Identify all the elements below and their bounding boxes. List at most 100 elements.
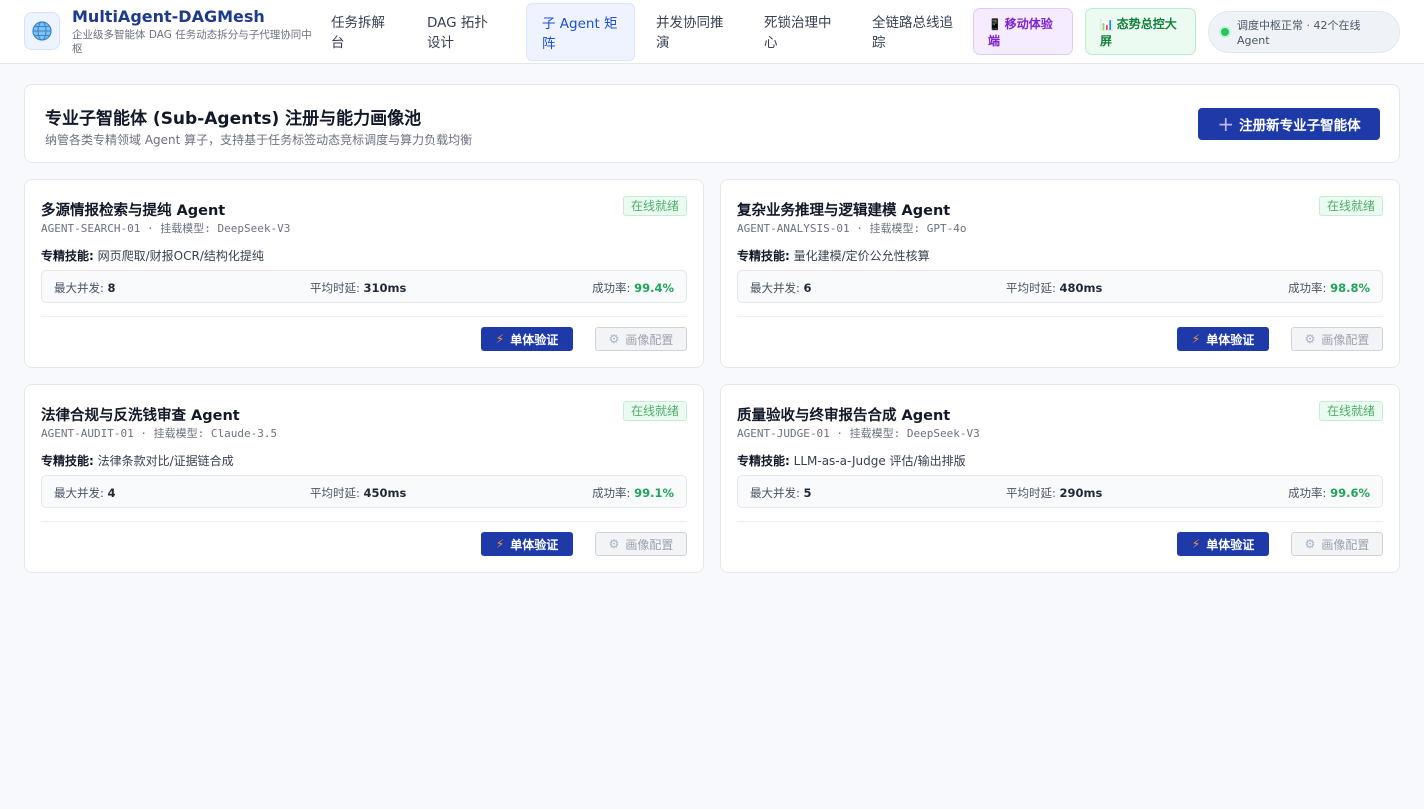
- gear-icon: ⚙: [1304, 537, 1316, 551]
- agent-model: DeepSeek-V3: [906, 427, 980, 440]
- agent-meta: AGENT-AUDIT-01 · 挂载模型: Claude-3.5: [41, 425, 277, 441]
- avg-latency-value: 480ms: [1059, 281, 1103, 295]
- status-badge: 在线就绪: [1318, 401, 1383, 421]
- max-concurrency-value: 6: [803, 281, 812, 295]
- max-concurrency-label: 最大并发:: [54, 486, 104, 500]
- success-rate-label: 成功率:: [592, 486, 631, 500]
- avg-latency-label: 平均时延:: [310, 281, 360, 295]
- avg-latency-value: 310ms: [363, 281, 407, 295]
- situation-screen-button[interactable]: 📊 态势总控大屏: [1085, 8, 1196, 55]
- model-label: 挂载模型:: [849, 427, 901, 440]
- lightning-icon: ⚡: [495, 332, 505, 346]
- nav-dag-topology[interactable]: DAG 拓扑设计: [421, 3, 507, 61]
- mobile-experience-button[interactable]: 📱 移动体验端: [973, 8, 1073, 55]
- meta-separator: ·: [836, 427, 850, 440]
- top-navbar: MultiAgent-DAGMesh 企业级多智能体 DAG 任务动态拆分与子代…: [0, 0, 1424, 64]
- meta-separator: ·: [140, 427, 154, 440]
- card-divider: [737, 521, 1383, 522]
- skills-value: 法律条款对比/证据链合成: [97, 454, 234, 468]
- max-concurrency-label: 最大并发:: [54, 281, 104, 295]
- success-rate-value: 99.6%: [1330, 486, 1370, 500]
- max-concurrency-metric: 最大并发: 5: [750, 485, 812, 501]
- config-button-label: 画像配置: [1321, 537, 1370, 552]
- success-rate-value: 99.4%: [634, 281, 674, 295]
- success-rate-value: 98.8%: [1330, 281, 1370, 295]
- success-rate-label: 成功率:: [1288, 486, 1327, 500]
- nav-bus-tracing[interactable]: 全链路总线追踪: [866, 3, 962, 61]
- brand-title: MultiAgent-DAGMesh: [72, 7, 265, 26]
- avg-latency-metric: 平均时延: 450ms: [310, 485, 406, 501]
- agent-skills: 专精技能: 网页爬取/财报OCR/结构化提纯: [41, 247, 264, 264]
- skills-value: 网页爬取/财报OCR/结构化提纯: [97, 249, 264, 263]
- nav-deadlock-governance[interactable]: 死锁治理中心: [758, 3, 850, 61]
- page-heading-card: 专业子智能体 (Sub-Agents) 注册与能力画像池 纳管各类专精领域 Ag…: [24, 84, 1400, 163]
- agent-model: Claude-3.5: [210, 427, 278, 440]
- agent-meta: AGENT-ANALYSIS-01 · 挂载模型: GPT-4o: [737, 220, 966, 236]
- page-title: 专业子智能体 (Sub-Agents) 注册与能力画像池: [45, 109, 422, 129]
- agent-name: 法律合规与反洗钱审查 Agent: [41, 408, 240, 424]
- scheduler-status-text: 调度中枢正常 · 42个在线Agent: [1237, 19, 1361, 47]
- avg-latency-label: 平均时延:: [1006, 486, 1056, 500]
- max-concurrency-metric: 最大并发: 6: [750, 280, 812, 296]
- profile-config-button[interactable]: ⚙ 画像配置: [1291, 532, 1383, 556]
- agent-skills: 专精技能: 法律条款对比/证据链合成: [41, 452, 234, 469]
- agent-skills: 专精技能: LLM-as-a-Judge 评估/输出排版: [737, 452, 966, 469]
- bar-chart-icon: 📊: [1100, 18, 1114, 31]
- register-agent-label: 注册新专业子智能体: [1239, 118, 1361, 134]
- metrics-bar: 最大并发: 8 平均时延: 310ms 成功率: 99.4%: [41, 270, 687, 303]
- lightning-icon: ⚡: [1191, 537, 1201, 551]
- agent-name: 多源情报检索与提纯 Agent: [41, 203, 226, 219]
- card-divider: [41, 316, 687, 317]
- nav-task-decomposition[interactable]: 任务拆解台: [325, 3, 403, 61]
- verify-button[interactable]: ⚡ 单体验证: [481, 327, 573, 351]
- model-label: 挂载模型:: [869, 222, 921, 235]
- register-agent-button[interactable]: + 注册新专业子智能体: [1198, 108, 1380, 140]
- nav-sub-agent-matrix[interactable]: 子 Agent 矩阵: [526, 3, 635, 61]
- avg-latency-metric: 平均时延: 480ms: [1006, 280, 1102, 296]
- agent-card: 复杂业务推理与逻辑建模 Agent 在线就绪 AGENT-ANALYSIS-01…: [720, 179, 1400, 368]
- metrics-bar: 最大并发: 6 平均时延: 480ms 成功率: 98.8%: [737, 270, 1383, 303]
- agent-meta: AGENT-SEARCH-01 · 挂载模型: DeepSeek-V3: [41, 220, 290, 236]
- success-rate-metric: 成功率: 99.1%: [592, 485, 674, 501]
- profile-config-button[interactable]: ⚙ 画像配置: [1291, 327, 1383, 351]
- skills-label: 专精技能:: [737, 454, 790, 468]
- verify-button[interactable]: ⚡ 单体验证: [481, 532, 573, 556]
- status-badge: 在线就绪: [622, 196, 687, 216]
- max-concurrency-value: 4: [107, 486, 116, 500]
- agent-model: GPT-4o: [926, 222, 967, 235]
- agent-id: AGENT-AUDIT-01: [41, 427, 134, 440]
- avg-latency-metric: 平均时延: 290ms: [1006, 485, 1102, 501]
- nav-concurrency-simulation[interactable]: 并发协同推演: [650, 3, 742, 61]
- skills-label: 专精技能:: [41, 454, 94, 468]
- brand-subtitle: 企业级多智能体 DAG 任务动态拆分与子代理协同中枢: [72, 29, 312, 55]
- gear-icon: ⚙: [608, 332, 620, 346]
- success-rate-metric: 成功率: 99.4%: [592, 280, 674, 296]
- success-rate-metric: 成功率: 99.6%: [1288, 485, 1370, 501]
- status-badge: 在线就绪: [1318, 196, 1383, 216]
- card-divider: [41, 521, 687, 522]
- agent-card: 法律合规与反洗钱审查 Agent 在线就绪 AGENT-AUDIT-01 · 挂…: [24, 384, 704, 573]
- success-rate-value: 99.1%: [634, 486, 674, 500]
- agent-skills: 专精技能: 量化建模/定价公允性核算: [737, 247, 930, 264]
- globe-logo-icon[interactable]: [24, 12, 60, 50]
- agent-card: 多源情报检索与提纯 Agent 在线就绪 AGENT-SEARCH-01 · 挂…: [24, 179, 704, 368]
- verify-button[interactable]: ⚡ 单体验证: [1177, 532, 1269, 556]
- metrics-bar: 最大并发: 4 平均时延: 450ms 成功率: 99.1%: [41, 475, 687, 508]
- config-button-label: 画像配置: [625, 537, 674, 552]
- agent-id: AGENT-JUDGE-01: [737, 427, 830, 440]
- avg-latency-value: 290ms: [1059, 486, 1103, 500]
- meta-separator: ·: [856, 222, 870, 235]
- avg-latency-value: 450ms: [363, 486, 407, 500]
- max-concurrency-metric: 最大并发: 8: [54, 280, 116, 296]
- verify-button[interactable]: ⚡ 单体验证: [1177, 327, 1269, 351]
- scheduler-status-chip: 调度中枢正常 · 42个在线Agent: [1208, 11, 1400, 53]
- profile-config-button[interactable]: ⚙ 画像配置: [595, 327, 687, 351]
- agent-name: 复杂业务推理与逻辑建模 Agent: [737, 203, 951, 219]
- lightning-icon: ⚡: [495, 537, 505, 551]
- profile-config-button[interactable]: ⚙ 画像配置: [595, 532, 687, 556]
- meta-separator: ·: [146, 222, 161, 235]
- avg-latency-metric: 平均时延: 310ms: [310, 280, 406, 296]
- max-concurrency-label: 最大并发:: [750, 486, 800, 500]
- max-concurrency-value: 5: [803, 486, 812, 500]
- model-label: 挂载模型:: [153, 427, 205, 440]
